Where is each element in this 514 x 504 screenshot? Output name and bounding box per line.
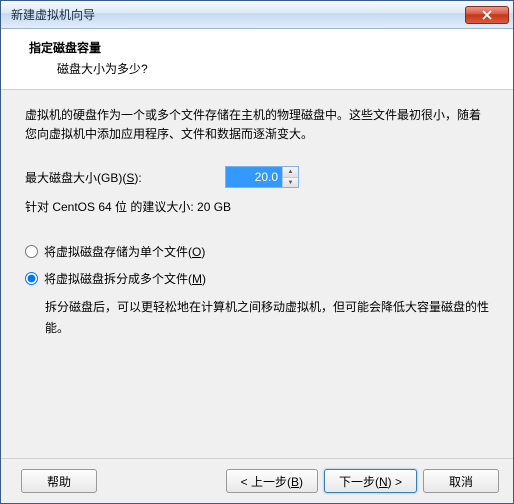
single-file-option[interactable]: 将虚拟磁盘存储为单个文件(O) (25, 243, 489, 260)
wizard-footer: 帮助 < 上一步(B) 下一步(N) > 取消 (1, 458, 513, 503)
page-subtitle: 磁盘大小为多少? (21, 60, 493, 77)
split-files-description: 拆分磁盘后，可以更轻松地在计算机之间移动虚拟机，但可能会降低大容量磁盘的性能。 (25, 297, 489, 338)
description-text: 虚拟机的硬盘作为一个或多个文件存储在主机的物理磁盘中。这些文件最初很小，随着您向… (25, 106, 489, 144)
single-file-radio[interactable] (25, 245, 38, 258)
wizard-content: 虚拟机的硬盘作为一个或多个文件存储在主机的物理磁盘中。这些文件最初很小，随着您向… (1, 90, 513, 458)
close-icon (482, 10, 492, 20)
page-title: 指定磁盘容量 (21, 39, 493, 56)
next-button[interactable]: 下一步(N) > (324, 469, 417, 493)
disk-size-spinner: ▲ ▼ (225, 166, 299, 188)
recommended-size-text: 针对 CentOS 64 位 的建议大小: 20 GB (25, 198, 489, 215)
cancel-button[interactable]: 取消 (423, 469, 499, 493)
spinner-buttons: ▲ ▼ (282, 167, 298, 187)
spinner-down-button[interactable]: ▼ (283, 178, 298, 188)
window-title: 新建虚拟机向导 (11, 6, 465, 23)
disk-size-input[interactable] (226, 167, 282, 187)
single-file-label: 将虚拟磁盘存储为单个文件(O) (44, 243, 205, 260)
split-files-radio[interactable] (25, 272, 38, 285)
wizard-window: 新建虚拟机向导 指定磁盘容量 磁盘大小为多少? 虚拟机的硬盘作为一个或多个文件存… (0, 0, 514, 504)
split-files-option[interactable]: 将虚拟磁盘拆分成多个文件(M) (25, 270, 489, 287)
disk-size-row: 最大磁盘大小(GB)(S): ▲ ▼ (25, 166, 489, 188)
titlebar: 新建虚拟机向导 (1, 1, 513, 29)
spinner-up-button[interactable]: ▲ (283, 167, 298, 178)
storage-option-group: 将虚拟磁盘存储为单个文件(O) 将虚拟磁盘拆分成多个文件(M) 拆分磁盘后，可以… (25, 243, 489, 338)
disk-size-label: 最大磁盘大小(GB)(S): (25, 169, 225, 186)
split-files-label: 将虚拟磁盘拆分成多个文件(M) (44, 270, 206, 287)
wizard-header: 指定磁盘容量 磁盘大小为多少? (1, 29, 513, 90)
help-button[interactable]: 帮助 (21, 469, 97, 493)
back-button[interactable]: < 上一步(B) (226, 469, 318, 493)
close-button[interactable] (465, 6, 509, 24)
